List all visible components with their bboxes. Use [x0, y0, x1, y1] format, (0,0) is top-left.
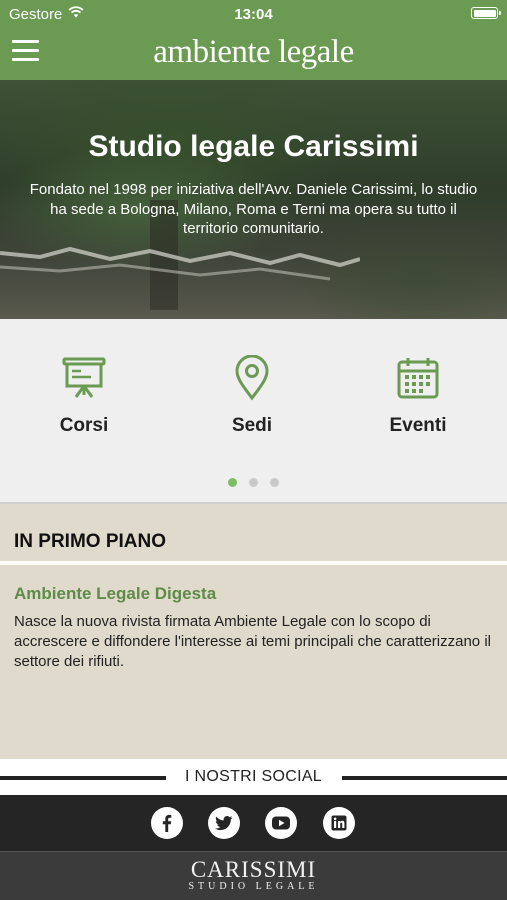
- feature-label: Corsi: [59, 415, 109, 436]
- app-logo: ambiente legale: [153, 34, 354, 70]
- youtube-icon[interactable]: [265, 807, 297, 839]
- page-dot[interactable]: [249, 478, 258, 487]
- feature-eventi[interactable]: Eventi: [348, 355, 488, 437]
- battery-icon: [471, 7, 501, 19]
- features-carousel: Corsi Sedi Eventi: [0, 319, 507, 504]
- footer-brand: CARISSIMI: [190, 857, 317, 882]
- calendar-icon: [397, 358, 439, 399]
- paper-decoration: [0, 246, 360, 281]
- social-header: I NOSTRI SOCIAL: [0, 759, 507, 795]
- hero-description: Fondato nel 1998 per iniziativa dell'Avv…: [29, 181, 478, 237]
- location-pin-icon: [235, 355, 269, 401]
- social-title: I NOSTRI SOCIAL: [185, 768, 322, 785]
- twitter-icon[interactable]: [208, 807, 240, 839]
- linkedin-icon[interactable]: [323, 807, 355, 839]
- feature-sedi[interactable]: Sedi: [182, 355, 322, 437]
- page-dot[interactable]: [270, 478, 279, 487]
- status-bar: Gestore 13:04: [0, 0, 507, 28]
- clock: 13:04: [234, 6, 273, 23]
- app-header: ambiente legale: [0, 28, 507, 80]
- feature-corsi[interactable]: Corsi: [14, 355, 154, 437]
- feature-label: Sedi: [231, 415, 273, 436]
- footer-tagline: STUDIO LEGALE: [188, 881, 319, 892]
- facebook-icon[interactable]: [151, 807, 183, 839]
- feature-label: Eventi: [389, 415, 447, 436]
- hero-title: Studio legale Carissimi: [88, 130, 419, 163]
- footer: CARISSIMI STUDIO LEGALE: [0, 851, 507, 900]
- page-dot-active[interactable]: [228, 478, 237, 487]
- divider: [0, 561, 507, 565]
- page-indicator[interactable]: [0, 474, 507, 492]
- news-summary: Nasce la nuova rivista firmata Ambiente …: [14, 613, 491, 670]
- news-headline-link[interactable]: Ambiente Legale Digesta: [14, 584, 216, 604]
- social-bar: [0, 795, 507, 851]
- presentation-board-icon: [62, 357, 106, 398]
- news-section: IN PRIMO PIANO Ambiente Legale Digesta N…: [0, 504, 507, 759]
- section-title: IN PRIMO PIANO: [14, 531, 167, 552]
- hero-banner: Studio legale Carissimi Fondato nel 1998…: [0, 80, 507, 319]
